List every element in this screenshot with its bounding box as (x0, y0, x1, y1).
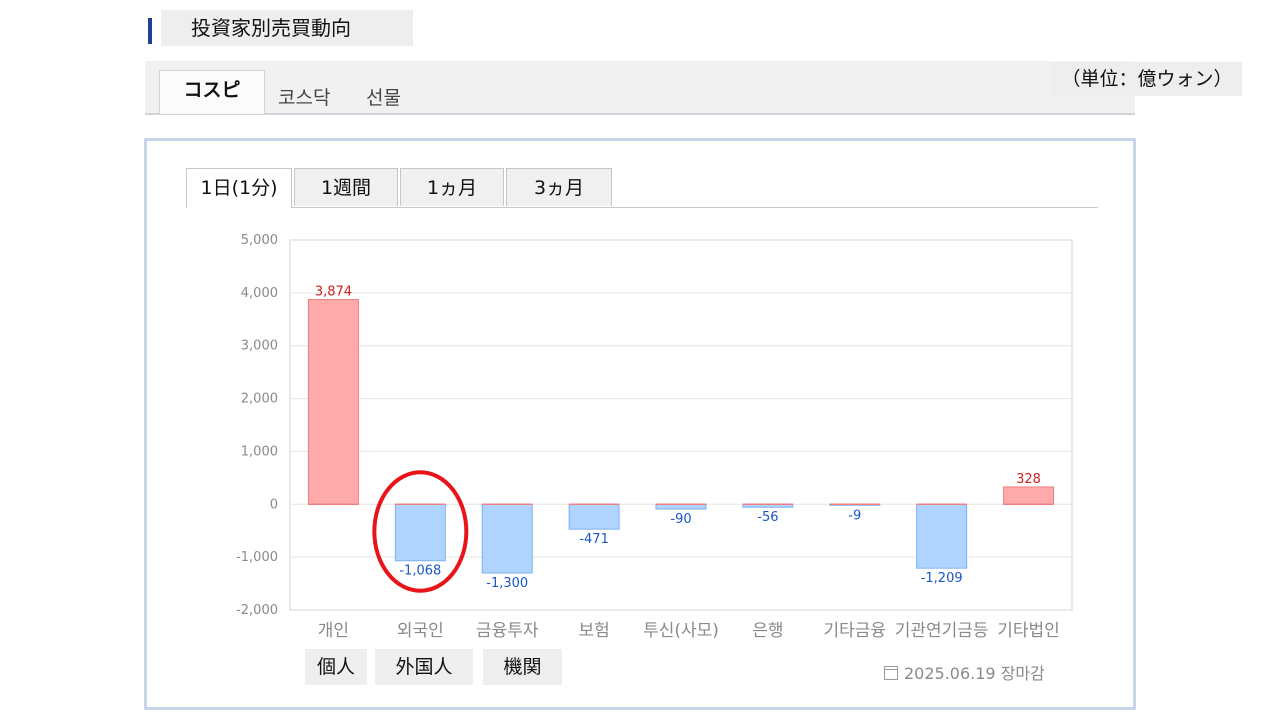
date-stamp: 2025.06.19 장마감 (884, 660, 1045, 684)
data-label: -56 (757, 510, 778, 525)
category-label: 금융투자 (476, 621, 539, 641)
y-tick-label: 5,000 (241, 233, 278, 248)
y-tick-label: 3,000 (241, 339, 278, 354)
data-label: -1,209 (921, 571, 963, 586)
date-text: 2025.06.19 장마감 (904, 664, 1045, 683)
data-label: -471 (579, 532, 609, 547)
category-label: 개인 (318, 621, 349, 641)
bar (916, 503, 968, 569)
bar (481, 503, 533, 574)
category-label: 은행 (752, 621, 783, 641)
data-label: -1,300 (486, 576, 528, 591)
category-label: 기관연기금등 (895, 621, 989, 641)
data-label: -1,068 (399, 564, 441, 579)
y-tick-label: 4,000 (241, 286, 278, 301)
data-label: -9 (848, 508, 861, 523)
y-tick-label: -1,000 (236, 550, 278, 565)
y-tick-label: 1,000 (241, 444, 278, 459)
data-label: 328 (1016, 472, 1041, 487)
category-label: 보험 (578, 621, 609, 641)
bar (394, 503, 446, 562)
y-tick-label: 2,000 (241, 392, 278, 407)
category-label: 기타금융 (823, 621, 886, 641)
investor-bar-chart: 5,000 4,000 3,000 2,000 1,000 0 -1,000 -2,000 3,… (236, 233, 1073, 641)
calendar-icon (884, 666, 898, 680)
y-tick-label: 0 (270, 497, 278, 512)
category-label: 투신(사모) (643, 621, 719, 641)
annotation-individual: 個人 (305, 649, 367, 685)
y-tick-label: -2,000 (236, 603, 278, 618)
category-label: 외국인 (397, 621, 444, 641)
annotation-foreigner: 外国人 (375, 649, 473, 685)
annotation-institution: 機関 (483, 649, 562, 685)
bar (1003, 486, 1055, 505)
data-label: 3,874 (315, 285, 352, 300)
bar (568, 503, 620, 530)
category-label: 기타법인 (997, 621, 1060, 641)
data-label: -90 (670, 512, 691, 527)
bar (307, 299, 359, 505)
